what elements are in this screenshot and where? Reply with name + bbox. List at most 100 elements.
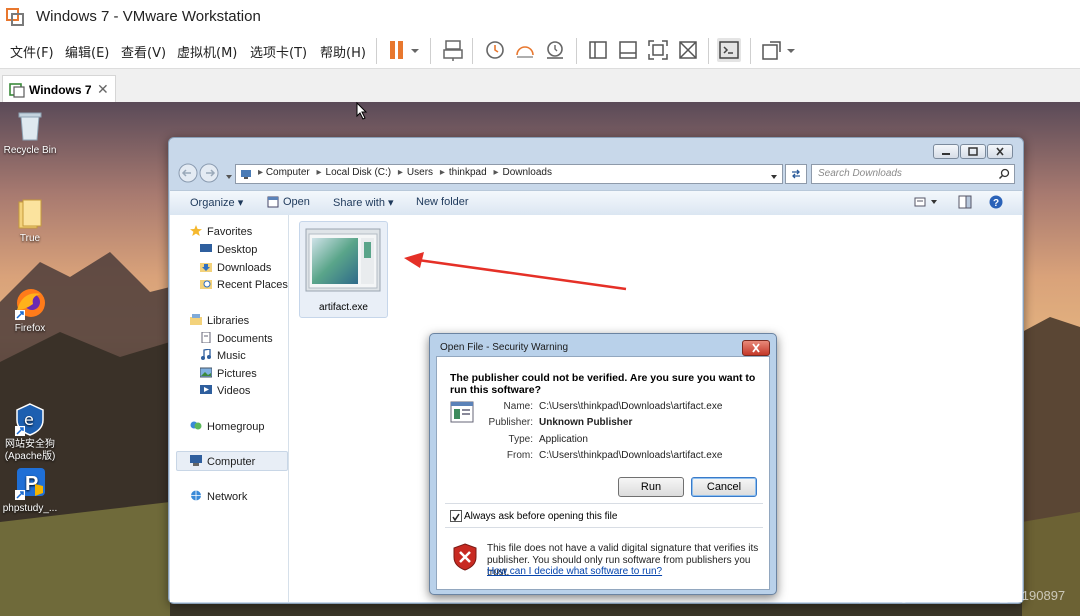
open-icon — [267, 196, 279, 208]
desktop-icon-label: Firefox — [14, 323, 46, 334]
cancel-button[interactable]: Cancel — [691, 477, 757, 497]
nav-videos[interactable]: Videos — [200, 384, 250, 397]
breadcrumb-computer[interactable]: Computer — [266, 167, 310, 178]
toolbar-separator — [430, 38, 431, 64]
new-folder-button[interactable]: New folder — [416, 196, 469, 208]
libraries-icon — [190, 314, 202, 325]
nav-favorites[interactable]: Favorites — [190, 225, 252, 238]
network-icon — [190, 490, 202, 501]
breadcrumb-downloads[interactable]: Downloads — [502, 167, 551, 178]
vmware-menu-bar: 文件(F) 编辑(E) 查看(V) 虚拟机(M) 选项卡(T) 帮助(H) — [0, 34, 1080, 68]
nav-computer[interactable]: Computer — [190, 455, 255, 468]
nav-documents[interactable]: Documents — [200, 331, 273, 345]
search-icon[interactable] — [998, 168, 1010, 180]
help-icon[interactable]: ? — [989, 195, 1003, 209]
recent-pages-dropdown-icon[interactable] — [225, 170, 233, 179]
run-button[interactable]: Run — [618, 477, 684, 497]
nav-label: Libraries — [207, 315, 250, 327]
menu-tabs[interactable]: 选项卡(T) — [250, 42, 307, 61]
menu-view[interactable]: 查看(V) — [121, 42, 166, 61]
search-box[interactable]: Search Downloads — [811, 164, 1015, 184]
desktop-icon-firefox[interactable]: Firefox — [0, 286, 65, 335]
address-bar[interactable]: ▸ Computer ▸ Local Disk (C:) ▸ Users ▸ thin… — [235, 164, 783, 184]
minimize-button[interactable] — [933, 144, 959, 159]
desktop-icon-recycle-bin[interactable]: Recycle Bin — [0, 108, 65, 157]
change-view-icon[interactable] — [914, 196, 938, 208]
navigation-pane: Favorites Desktop Downloads Recent Place… — [170, 215, 289, 602]
console-view-icon[interactable] — [717, 38, 741, 62]
desktop-icon-phpstudy[interactable]: P phpstudy_... — [0, 466, 65, 515]
desktop-icon-label: 网站安全狗 (Apache版) — [4, 439, 56, 462]
preview-pane-icon[interactable] — [958, 195, 972, 209]
desktop-icon-true-folder[interactable]: True — [0, 196, 65, 245]
recent-places-icon — [200, 278, 212, 289]
breadcrumb-users[interactable]: Users — [407, 167, 433, 178]
vmware-title-bar: Windows 7 - VMware Workstation — [0, 0, 1080, 34]
nav-label: Documents — [217, 333, 273, 345]
dialog-close-button[interactable] — [742, 340, 770, 356]
organize-label: Organize — [190, 197, 235, 209]
nav-desktop[interactable]: Desktop — [200, 243, 257, 256]
pictures-icon — [199, 367, 213, 378]
menu-edit[interactable]: 编辑(E) — [65, 42, 109, 61]
full-screen-icon[interactable] — [646, 38, 670, 62]
divider — [445, 503, 763, 504]
tab-label: Windows 7 — [29, 83, 92, 97]
close-tab-icon[interactable]: ✕ — [97, 81, 109, 98]
close-button[interactable] — [987, 144, 1013, 159]
publisher-label: Publisher: — [488, 417, 533, 428]
watermark-text: https://blog.csdn.net/weixin_39190897 — [844, 588, 1066, 603]
dialog-title: Open File - Security Warning — [440, 342, 569, 353]
desktop-icon-safedog[interactable]: e 网站安全狗 (Apache版) — [0, 378, 65, 475]
nav-downloads[interactable]: Downloads — [200, 261, 271, 274]
nav-music[interactable]: Music — [200, 348, 246, 362]
desktop-icon-label: Recycle Bin — [3, 145, 57, 156]
address-dropdown-icon[interactable] — [770, 170, 778, 179]
file-item-artifact[interactable]: artifact.exe — [299, 221, 388, 318]
nav-network[interactable]: Network — [190, 490, 247, 503]
organize-button[interactable]: Organize ▾ — [190, 196, 243, 209]
maximize-button[interactable] — [960, 144, 986, 159]
homegroup-icon — [190, 420, 202, 431]
nav-recent-places[interactable]: Recent Places — [200, 278, 288, 291]
desktop-icon — [200, 243, 212, 254]
menu-vm[interactable]: 虚拟机(M) — [177, 42, 237, 61]
nav-pictures[interactable]: Pictures — [199, 367, 257, 380]
videos-icon — [200, 384, 212, 395]
send-ctrl-alt-del-icon[interactable] — [441, 38, 465, 62]
tab-windows-7[interactable]: Windows 7 ✕ — [2, 75, 116, 104]
stretch-guest-icon[interactable] — [760, 38, 784, 62]
unity-icon[interactable] — [676, 38, 700, 62]
show-library-icon[interactable] — [586, 38, 610, 62]
snapshot-manager-icon[interactable] — [543, 38, 567, 62]
divider — [445, 527, 763, 528]
pause-dropdown-icon[interactable] — [408, 38, 422, 62]
documents-icon — [200, 331, 212, 344]
stretch-dropdown-icon[interactable] — [784, 38, 798, 62]
open-button[interactable]: Open — [283, 196, 310, 208]
breadcrumb-local-disk[interactable]: Local Disk (C:) — [326, 167, 392, 178]
vm-tab-bar: Windows 7 ✕ — [0, 68, 1080, 104]
snapshot-icon[interactable] — [483, 38, 507, 62]
menu-file[interactable]: 文件(F) — [10, 42, 54, 61]
desktop-icon-label: phpstudy_... — [2, 503, 58, 514]
pause-icon[interactable] — [386, 38, 410, 62]
refresh-button[interactable] — [785, 164, 807, 184]
help-link[interactable]: How can I decide what software to run? — [487, 566, 662, 577]
menu-help[interactable]: 帮助(H) — [320, 42, 366, 61]
name-value: C:\Users\thinkpad\Downloads\artifact.exe — [539, 401, 723, 412]
nav-libraries[interactable]: Libraries — [190, 314, 249, 327]
back-forward-buttons[interactable] — [177, 163, 223, 183]
breadcrumb-thinkpad[interactable]: thinkpad — [449, 167, 487, 178]
share-with-button[interactable]: Share with ▾ — [333, 196, 394, 209]
nav-label: Favorites — [207, 226, 253, 238]
nav-homegroup[interactable]: Homegroup — [190, 420, 264, 433]
star-icon — [190, 225, 202, 236]
revert-snapshot-icon[interactable] — [513, 38, 537, 62]
vm-tab-icon — [9, 82, 25, 98]
toolbar-separator — [576, 38, 577, 64]
always-ask-checkbox[interactable] — [450, 510, 462, 522]
thumbnail-bar-icon[interactable] — [616, 38, 640, 62]
nav-label: Pictures — [217, 368, 257, 380]
always-ask-label[interactable]: Always ask before opening this file — [464, 511, 617, 522]
